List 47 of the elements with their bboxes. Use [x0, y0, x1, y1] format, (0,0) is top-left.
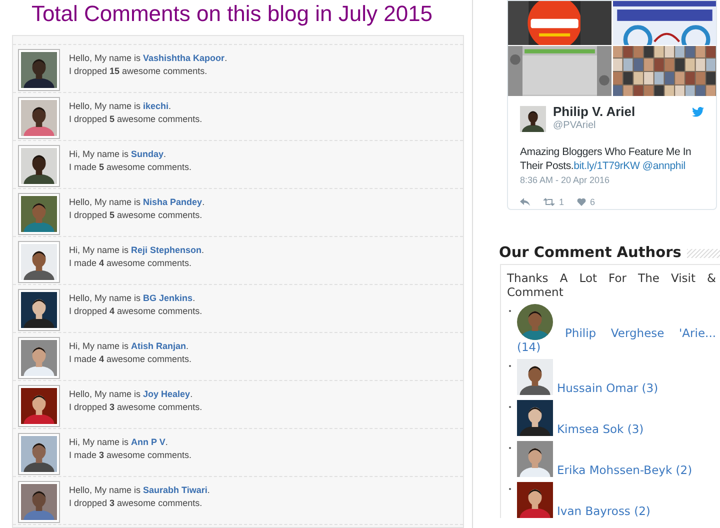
- greeting-text: Hi, My name is Ann P V.: [69, 436, 169, 449]
- name-link[interactable]: Saurabh Tiwari: [143, 485, 208, 495]
- author-link[interactable]: Ivan Bayross (2): [517, 482, 716, 518]
- retweet-count: 1: [559, 196, 564, 208]
- bird-icon[interactable]: [692, 106, 704, 116]
- name-link[interactable]: Ann P V: [131, 437, 166, 447]
- name-link[interactable]: Nisha Pandey: [143, 197, 202, 207]
- name-link[interactable]: Atish Ranjan: [131, 341, 186, 351]
- comment-count-text: I dropped 5 awesome comments.: [69, 113, 202, 126]
- greeting-text: Hello, My name is Joy Healey.: [69, 388, 194, 401]
- comment-count-text: I dropped 4 awesome comments.: [69, 305, 202, 318]
- greeting-text: Hi, My name is Reji Stephenson.: [69, 244, 204, 257]
- greeting-text: Hello, My name is Saurabh Tiwari.: [69, 484, 210, 497]
- name-link[interactable]: Reji Stephenson: [131, 245, 202, 255]
- name-link[interactable]: BG Jenkins: [143, 293, 193, 303]
- intro-text: Thanks A Lot For The Visit & Comment: [507, 271, 716, 299]
- greeting-text: Hi, My name is Atish Ranjan.: [69, 340, 190, 353]
- author-handle: @PVAriel: [553, 120, 597, 132]
- widget-title: Our Comment Authors: [499, 244, 682, 262]
- comment-count-text: I dropped 5 awesome comments.: [69, 209, 204, 222]
- name-link[interactable]: Joy Healey: [143, 389, 190, 399]
- greeting-text: Hello, My name is Vashishtha Kapoor.: [69, 52, 228, 65]
- comment-count-text: I made 5 awesome comments.: [69, 161, 192, 174]
- reply-icon[interactable]: [520, 198, 530, 206]
- comment-count-text: I dropped 3 awesome comments.: [69, 401, 202, 414]
- comment-count-text: I made 3 awesome comments.: [69, 449, 192, 462]
- page-title: Total Comments on this blog in July 2015: [30, 0, 434, 28]
- tweet-text: Amazing Bloggers Who Feature Me In Their Posts.bit.ly/1T79rKW @annphil: [520, 144, 692, 172]
- comment-count-text: I made 4 awesome comments.: [69, 257, 193, 270]
- mention-link[interactable]: @annphil: [642, 160, 686, 172]
- like-count: 6: [590, 196, 596, 208]
- greeting-text: Hello, My name is BG Jenkins.: [69, 292, 196, 305]
- tweet-link[interactable]: bit.ly/1T79rKW: [574, 160, 640, 172]
- name-link[interactable]: Sunday: [131, 149, 164, 159]
- greeting-text: Hello, My name is ikechi.: [69, 100, 172, 113]
- tweet-time: 8:36 AM - 20 Apr 2016: [520, 174, 611, 186]
- author-link[interactable]: Philip Verghese 'Arie... (14): [517, 304, 716, 354]
- author-name: Philip V. Ariel: [553, 104, 636, 120]
- greeting-text: Hi, My name is Sunday.: [69, 148, 168, 161]
- name-link[interactable]: ikechi: [143, 101, 169, 111]
- comment-count-text: I dropped 3 awesome comments.: [69, 497, 204, 510]
- heart-icon[interactable]: [577, 198, 586, 206]
- comment-count-text: I made 4 awesome comments.: [69, 353, 192, 366]
- greeting-text: Hello, My name is Nisha Pandey.: [69, 196, 205, 209]
- comment-count-text: I dropped 15 awesome comments.: [69, 65, 208, 78]
- retweet-icon[interactable]: [543, 198, 555, 206]
- name-link[interactable]: Vashishtha Kapoor: [143, 53, 225, 63]
